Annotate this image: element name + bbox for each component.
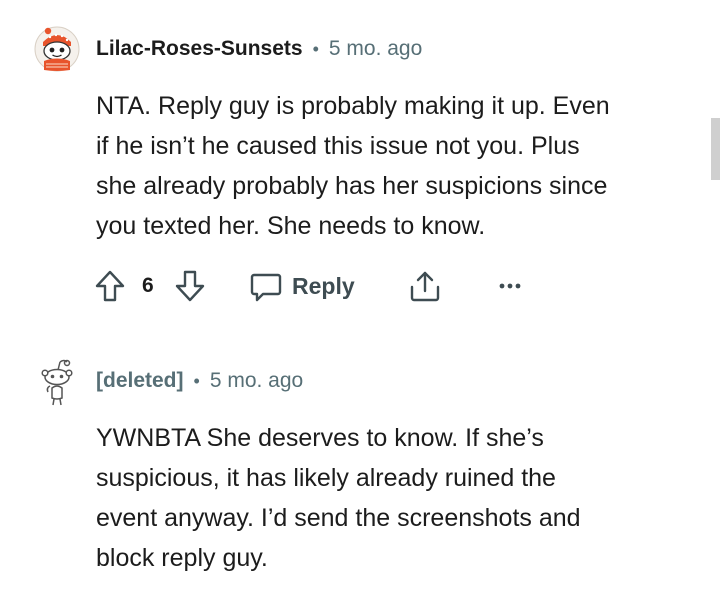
- meta-separator: •: [312, 39, 319, 59]
- snoo-avatar-icon[interactable]: [34, 26, 80, 72]
- more-options-button[interactable]: [498, 266, 522, 306]
- downvote-button[interactable]: [174, 266, 206, 306]
- comment-meta: [deleted] • 5 mo. ago: [96, 368, 303, 394]
- username-link[interactable]: Lilac-Roses-Sunsets: [96, 36, 303, 62]
- comment-action-bar: 6 Reply: [94, 266, 534, 306]
- share-button[interactable]: [408, 266, 442, 306]
- ellipsis-icon: [499, 283, 521, 289]
- comment-body: YWNBTA She deserves to know. If she’s su…: [96, 418, 696, 578]
- vote-score: 6: [142, 274, 154, 297]
- downvote-arrow-icon: [175, 270, 205, 302]
- upvote-button[interactable]: [94, 266, 126, 306]
- scrollbar-thumb[interactable]: [711, 118, 720, 180]
- comment-line: you texted her. She needs to know.: [96, 212, 486, 240]
- reply-button[interactable]: Reply: [250, 266, 355, 306]
- comment-line: event anyway. I’d send the screenshots a…: [96, 504, 581, 532]
- comment-meta: Lilac-Roses-Sunsets • 5 mo. ago: [96, 36, 422, 62]
- comment-line: YWNBTA She deserves to know. If she’s: [96, 424, 544, 452]
- meta-separator: •: [193, 371, 200, 391]
- comment-line: NTA. Reply guy is probably making it up.…: [96, 92, 610, 120]
- share-icon: [410, 271, 440, 302]
- reply-label: Reply: [292, 272, 355, 299]
- comment-line: she already probably has her suspicions …: [96, 172, 608, 200]
- timestamp: 5 mo. ago: [328, 37, 423, 60]
- upvote-arrow-icon: [95, 270, 125, 302]
- comment-line: suspicious, it has likely already ruined…: [96, 464, 556, 492]
- comment-line: block reply guy.: [96, 544, 268, 572]
- comment-line: if he isn’t he caused this issue not you…: [96, 132, 580, 160]
- timestamp: 5 mo. ago: [209, 369, 304, 392]
- deleted-snoo-avatar-icon: [34, 358, 80, 406]
- comment-body: NTA. Reply guy is probably making it up.…: [96, 86, 696, 246]
- speech-bubble-icon: [250, 273, 282, 302]
- username-deleted: [deleted]: [96, 369, 184, 392]
